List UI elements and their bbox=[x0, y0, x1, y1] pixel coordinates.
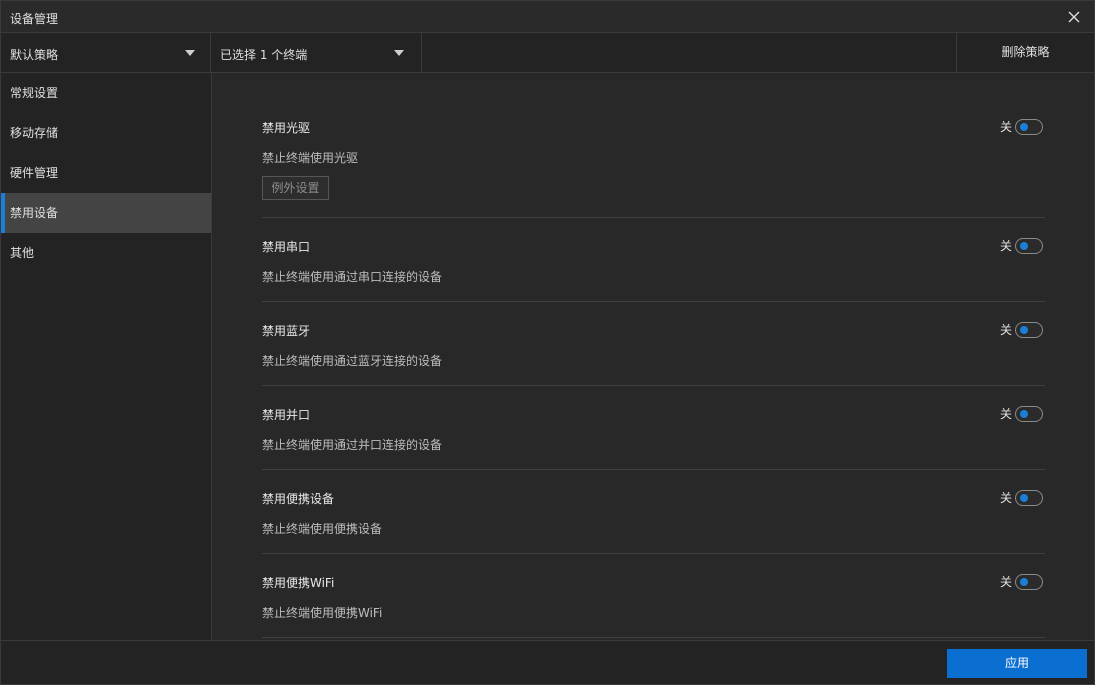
sidebar-item-general[interactable]: 常规设置 bbox=[1, 73, 211, 113]
setting-title: 禁用光驱 bbox=[262, 121, 311, 135]
settings-panel: 禁用光驱 关 禁止终端使用光驱 例外设置 禁用串口 关 禁止终端使用通过串口连接… bbox=[212, 73, 1094, 640]
chevron-down-icon bbox=[185, 50, 195, 56]
toggle-track bbox=[1015, 489, 1043, 506]
toggle-switch[interactable]: 关 bbox=[1000, 573, 1043, 590]
setting-title: 禁用便携设备 bbox=[262, 492, 335, 506]
terminal-dropdown-value: 已选择 1 个终端 bbox=[220, 48, 308, 62]
setting-description: 禁止终端使用便携WiFi bbox=[262, 606, 383, 620]
footer: 应用 bbox=[1, 640, 1094, 684]
sidebar-item-label: 禁用设备 bbox=[10, 206, 59, 220]
toggle-state-label: 关 bbox=[999, 239, 1012, 253]
setting-disable-portable-devices: 禁用便携设备 关 禁止终端使用便携设备 bbox=[262, 470, 1045, 554]
close-button[interactable] bbox=[1062, 5, 1086, 29]
title-bar: 设备管理 bbox=[1, 1, 1094, 33]
toggle-knob bbox=[1020, 122, 1028, 131]
exception-settings-button[interactable]: 例外设置 bbox=[262, 176, 329, 200]
setting-title: 禁用并口 bbox=[262, 408, 311, 422]
toggle-knob bbox=[1020, 409, 1028, 418]
setting-disable-optical-drive: 禁用光驱 关 禁止终端使用光驱 例外设置 bbox=[262, 107, 1045, 218]
sidebar-item-removable-storage[interactable]: 移动存储 bbox=[1, 113, 211, 153]
toggle-switch[interactable]: 关 bbox=[1000, 489, 1043, 506]
policy-dropdown[interactable]: 默认策略 bbox=[1, 33, 211, 72]
setting-title: 禁用便携WiFi bbox=[262, 576, 335, 590]
toggle-state-label: 关 bbox=[999, 120, 1012, 134]
setting-disable-parallel-port: 禁用并口 关 禁止终端使用通过并口连接的设备 bbox=[262, 386, 1045, 470]
toggle-knob bbox=[1020, 241, 1028, 250]
setting-description: 禁止终端使用通过蓝牙连接的设备 bbox=[262, 354, 443, 368]
setting-disable-serial-port: 禁用串口 关 禁止终端使用通过串口连接的设备 bbox=[262, 218, 1045, 302]
toggle-track bbox=[1015, 237, 1043, 254]
sidebar-item-label: 移动存储 bbox=[10, 126, 59, 140]
close-icon bbox=[1068, 11, 1080, 23]
toggle-track bbox=[1015, 405, 1043, 422]
toggle-knob bbox=[1020, 577, 1028, 586]
toggle-switch[interactable]: 关 bbox=[1000, 118, 1043, 135]
apply-button[interactable]: 应用 bbox=[947, 649, 1087, 678]
toggle-state-label: 关 bbox=[999, 407, 1012, 421]
setting-description: 禁止终端使用通过串口连接的设备 bbox=[262, 270, 443, 284]
toggle-track bbox=[1015, 321, 1043, 338]
sidebar: 常规设置 移动存储 硬件管理 禁用设备 其他 bbox=[1, 73, 212, 640]
toggle-switch[interactable]: 关 bbox=[1000, 237, 1043, 254]
setting-description: 禁止终端使用光驱 bbox=[262, 151, 359, 165]
device-management-window: 设备管理 默认策略 已选择 1 个终端 删除策略 常规设置 移动存储 硬件管理 … bbox=[0, 0, 1095, 685]
setting-description: 禁止终端使用便携设备 bbox=[262, 522, 383, 536]
toggle-switch[interactable]: 关 bbox=[1000, 321, 1043, 338]
policy-dropdown-value: 默认策略 bbox=[10, 48, 59, 62]
sidebar-item-other[interactable]: 其他 bbox=[1, 233, 211, 273]
toggle-track bbox=[1015, 573, 1043, 590]
terminal-dropdown[interactable]: 已选择 1 个终端 bbox=[211, 33, 422, 72]
sidebar-item-label: 其他 bbox=[10, 246, 35, 260]
toggle-switch[interactable]: 关 bbox=[1000, 405, 1043, 422]
window-title: 设备管理 bbox=[10, 12, 59, 26]
setting-description: 禁止终端使用通过并口连接的设备 bbox=[262, 438, 443, 452]
setting-title: 禁用蓝牙 bbox=[262, 324, 311, 338]
chevron-down-icon bbox=[394, 50, 404, 56]
toggle-knob bbox=[1020, 325, 1028, 334]
setting-title: 禁用串口 bbox=[262, 240, 311, 254]
toggle-track bbox=[1015, 118, 1043, 135]
toggle-state-label: 关 bbox=[999, 575, 1012, 589]
toggle-knob bbox=[1020, 493, 1028, 502]
sidebar-item-label: 常规设置 bbox=[10, 86, 59, 100]
setting-disable-portable-wifi: 禁用便携WiFi 关 禁止终端使用便携WiFi bbox=[262, 554, 1045, 638]
delete-policy-button[interactable]: 删除策略 bbox=[956, 33, 1094, 72]
toggle-state-label: 关 bbox=[999, 323, 1012, 337]
sidebar-item-hardware[interactable]: 硬件管理 bbox=[1, 153, 211, 193]
toolbar: 默认策略 已选择 1 个终端 删除策略 bbox=[1, 33, 1094, 73]
sidebar-item-disable-devices[interactable]: 禁用设备 bbox=[1, 193, 211, 233]
setting-disable-bluetooth: 禁用蓝牙 关 禁止终端使用通过蓝牙连接的设备 bbox=[262, 302, 1045, 386]
toggle-state-label: 关 bbox=[999, 491, 1012, 505]
sidebar-item-label: 硬件管理 bbox=[10, 166, 59, 180]
